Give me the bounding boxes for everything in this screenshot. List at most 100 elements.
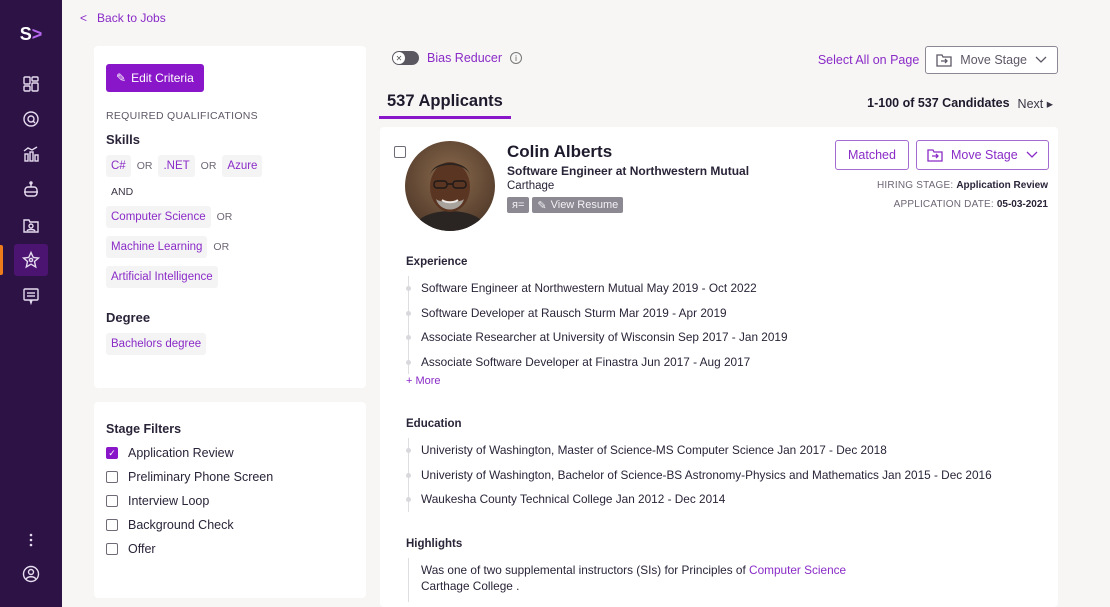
- stage-filters-panel: Stage Filters ✓ Application Review Preli…: [94, 402, 366, 598]
- nav-talent[interactable]: [14, 244, 48, 276]
- nav-search[interactable]: [14, 103, 48, 135]
- paperclip-icon: ✎: [537, 199, 547, 212]
- candidate-range: 1-100 of 537 Candidates: [867, 96, 1010, 110]
- info-icon[interactable]: i: [510, 52, 523, 64]
- view-resume-button[interactable]: ✎ View Resume: [532, 197, 624, 213]
- profile-list-icon[interactable]: ᴙ=: [507, 197, 530, 213]
- matched-button[interactable]: Matched: [835, 140, 909, 170]
- experience-timeline: Software Engineer at Northwestern Mutual…: [406, 276, 788, 375]
- and-operator: AND: [111, 186, 134, 198]
- stage-filter-interview-loop[interactable]: Interview Loop: [106, 494, 354, 508]
- bias-reducer-toggle[interactable]: ✕: [392, 51, 419, 65]
- stage-filter-label: Preliminary Phone Screen: [128, 470, 274, 484]
- skill-chip[interactable]: C#: [106, 155, 131, 177]
- pagination: 1-100 of 537 Candidates Next ▸: [867, 96, 1053, 111]
- experience-item: Associate Researcher at University of Wi…: [406, 325, 788, 350]
- dashboard-icon: [23, 76, 39, 92]
- skill-chip[interactable]: Computer Science: [106, 206, 211, 228]
- checkbox[interactable]: [106, 471, 118, 483]
- education-timeline: Univeristy of Washington, Master of Scie…: [406, 438, 992, 512]
- pencil-icon: ✎: [116, 71, 127, 85]
- skills-group-2-row: Artificial Intelligence: [106, 266, 354, 288]
- checkbox-checked[interactable]: ✓: [106, 447, 118, 459]
- back-to-jobs-link[interactable]: < Back to Jobs: [80, 11, 166, 25]
- nav-candidates-folder[interactable]: [14, 209, 48, 241]
- experience-item: Software Engineer at Northwestern Mutual…: [406, 276, 788, 301]
- candidate-tools: ᴙ= ✎ View Resume: [507, 197, 624, 213]
- skills-heading: Skills: [106, 132, 140, 147]
- stage-filter-label: Interview Loop: [128, 494, 210, 508]
- nav-profile[interactable]: [14, 558, 48, 590]
- application-date-value: 05-03-2021: [996, 199, 1048, 210]
- bias-reducer: ✕ Bias Reducer i: [392, 51, 523, 65]
- candidate-move-stage-dropdown[interactable]: Move Stage: [916, 140, 1049, 170]
- highlight-text-line2: Carthage College .: [421, 579, 520, 593]
- star-user-icon: [22, 251, 40, 269]
- nav-analytics[interactable]: [14, 138, 48, 170]
- chevron-left-icon: <: [80, 11, 88, 25]
- experience-item: Software Developer at Rausch Sturm Mar 2…: [406, 301, 788, 326]
- skill-chip[interactable]: .NET: [158, 155, 195, 177]
- user-circle-icon: [22, 565, 40, 583]
- edit-criteria-label: Edit Criteria: [131, 71, 194, 85]
- edit-criteria-button[interactable]: ✎ Edit Criteria: [106, 64, 204, 92]
- checkbox[interactable]: [106, 495, 118, 507]
- checkbox[interactable]: [106, 543, 118, 555]
- candidate-select-checkbox[interactable]: [394, 146, 406, 158]
- more-experience-link[interactable]: + More: [406, 375, 788, 387]
- chevron-down-icon: [1026, 151, 1038, 158]
- education-item: Univeristy of Washington, Bachelor of Sc…: [406, 463, 992, 488]
- skills-group-1: C# OR .NET OR Azure: [106, 155, 354, 177]
- stage-filter-label: Offer: [128, 542, 156, 556]
- highlight-keyword: Computer Science: [749, 563, 847, 577]
- nav-more[interactable]: [14, 524, 48, 556]
- app-logo[interactable]: S>: [0, 24, 62, 45]
- stage-filter-label: Background Check: [128, 518, 234, 532]
- candidate-location: Carthage: [507, 180, 555, 192]
- checkbox[interactable]: [106, 519, 118, 531]
- stage-filter-application-review[interactable]: ✓ Application Review: [106, 446, 354, 460]
- skills-group-2-row: Machine Learning OR: [106, 236, 354, 258]
- nav-bot[interactable]: [14, 174, 48, 206]
- skill-chip[interactable]: Artificial Intelligence: [106, 266, 218, 288]
- candidate-card: Colin Alberts Software Engineer at North…: [380, 127, 1058, 607]
- skill-chip[interactable]: Azure: [222, 155, 263, 177]
- stage-filter-preliminary-phone-screen[interactable]: Preliminary Phone Screen: [106, 470, 354, 484]
- experience-item: Associate Software Developer at Finastra…: [406, 350, 788, 375]
- education-heading: Education: [406, 418, 462, 430]
- back-to-jobs-label: Back to Jobs: [97, 11, 166, 25]
- more-vertical-icon: [29, 533, 33, 547]
- stage-filter-background-check[interactable]: Background Check: [106, 518, 354, 532]
- skill-chip[interactable]: Machine Learning: [106, 236, 208, 258]
- experience-heading: Experience: [406, 256, 468, 268]
- analytics-icon: [23, 146, 39, 162]
- degree-chip[interactable]: Bachelors degree: [106, 333, 207, 355]
- stage-filter-offer[interactable]: Offer: [106, 542, 354, 556]
- nav-messages[interactable]: [14, 280, 48, 312]
- or-operator: OR: [216, 211, 233, 223]
- or-operator: OR: [200, 160, 217, 172]
- highlights-heading: Highlights: [406, 538, 463, 550]
- candidate-title: Software Engineer at Northwestern Mutual: [507, 164, 750, 178]
- stage-filters-heading: Stage Filters: [106, 422, 182, 436]
- degree-heading: Degree: [106, 310, 151, 325]
- message-icon: [23, 288, 39, 305]
- tab-applicants[interactable]: 537 Applicants: [379, 92, 511, 119]
- chevron-down-icon: [1035, 56, 1047, 63]
- candidate-name[interactable]: Colin Alberts: [507, 142, 612, 162]
- degree-row: Bachelors degree: [106, 333, 354, 355]
- active-nav-indicator: [0, 245, 3, 275]
- experience-section: Experience Software Engineer at Northwes…: [406, 256, 788, 387]
- bias-reducer-label: Bias Reducer: [427, 51, 503, 65]
- bulk-actions: Select All on Page Move Stage: [818, 46, 1058, 74]
- nav-dashboard[interactable]: [14, 68, 48, 100]
- close-icon: ✕: [393, 52, 405, 64]
- criteria-panel: ✎ Edit Criteria REQUIRED QUALIFICATIONS …: [94, 46, 366, 388]
- select-all-on-page-link[interactable]: Select All on Page: [818, 53, 919, 67]
- sidebar: S>: [0, 0, 62, 607]
- bulk-move-stage-dropdown[interactable]: Move Stage: [925, 46, 1058, 74]
- education-item: Univeristy of Washington, Master of Scie…: [406, 438, 992, 463]
- logo-letter: S: [19, 24, 32, 44]
- next-page-link[interactable]: Next ▸: [1018, 96, 1053, 111]
- skills-group-2-row: Computer Science OR: [106, 206, 354, 228]
